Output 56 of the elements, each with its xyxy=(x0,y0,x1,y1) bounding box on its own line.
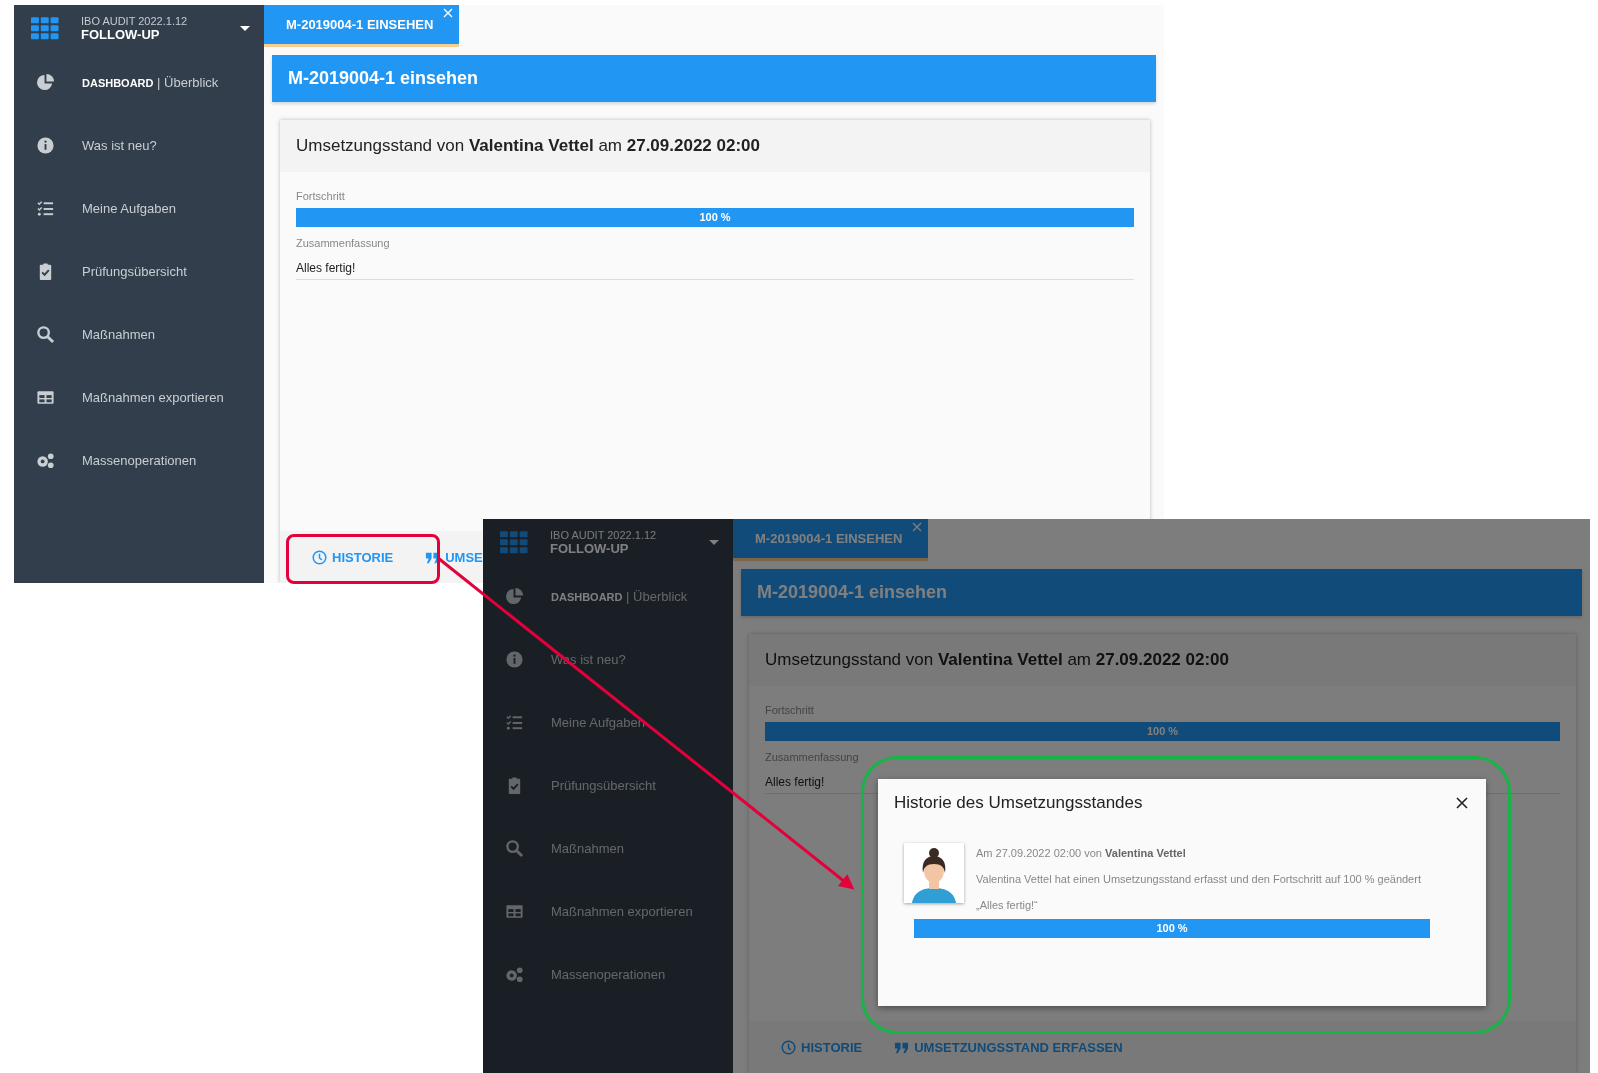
history-button[interactable]: HISTORIE xyxy=(310,543,396,571)
sidebar-item[interactable]: Massenoperationen xyxy=(483,943,733,1006)
record-button[interactable]: UMSETZUNGSSTAND ERFASSEN xyxy=(892,1033,1125,1061)
entry-meta: Am 27.09.2022 02:00 von Valentina Vettel xyxy=(976,847,1187,859)
caret-icon[interactable] xyxy=(240,25,250,31)
table-icon xyxy=(505,902,524,921)
dialog-title: Historie des Umsetzungsstandes xyxy=(894,793,1143,813)
progress-reading: 100 % xyxy=(1155,921,1189,936)
pie-chart-icon xyxy=(36,73,55,92)
avatar-icon xyxy=(904,843,964,903)
checklist-icon xyxy=(36,199,55,218)
apps-grid-icon[interactable] xyxy=(500,530,528,554)
entry-quote: „Alles fertig!“ xyxy=(976,899,1039,911)
entry-description: Valentina Vettel hat einen Umsetzungsstand erfasst und den Fortschritt auf 100 % geändert xyxy=(976,873,1421,885)
info-icon xyxy=(36,136,55,155)
card-title: Umsetzungsstand von Valentina Vettel am 27.09.2022 02:00 xyxy=(296,136,760,156)
sidebar-item[interactable]: Prüfungsübersicht xyxy=(483,754,733,817)
apps-grid-icon[interactable] xyxy=(31,16,59,40)
page-title: M-2019004-1 einsehen xyxy=(741,569,1582,616)
sidebar-item[interactable]: Massenoperationen xyxy=(14,429,264,492)
pie-chart-icon xyxy=(505,587,524,606)
progress-reading: 100 % xyxy=(698,210,732,225)
app-version: IBO AUDIT 2022.1.12 xyxy=(81,14,189,27)
app-version: IBO AUDIT 2022.1.12 xyxy=(550,528,658,541)
tab[interactable]: M-2019004-1 EINSEHEN xyxy=(733,519,929,561)
history-button[interactable]: HISTORIE xyxy=(779,1033,865,1061)
gears-icon xyxy=(36,451,55,470)
search-icon xyxy=(505,839,524,858)
field-label: Zusammenfassung xyxy=(296,237,391,249)
sidebar-item[interactable]: Maßnahmen xyxy=(483,817,733,880)
sidebar-item[interactable]: Was ist neu? xyxy=(14,114,264,177)
page-title: M-2019004-1 einsehen xyxy=(272,55,1156,102)
module-name: FOLLOW-UP xyxy=(81,26,161,42)
tab[interactable]: M-2019004-1 EINSEHEN xyxy=(264,5,460,47)
sidebar-item[interactable]: Maßnahmen exportieren xyxy=(14,366,264,429)
module-name: FOLLOW-UP xyxy=(550,540,630,556)
gears-icon xyxy=(505,965,524,984)
checklist-icon xyxy=(505,713,524,732)
table-icon xyxy=(36,388,55,407)
clock-icon xyxy=(312,549,327,565)
info-icon xyxy=(505,650,524,669)
sidebar-item[interactable]: Meine Aufgaben xyxy=(14,177,264,240)
search-icon xyxy=(36,325,55,344)
sidebar-item[interactable]: Maßnahmen xyxy=(14,303,264,366)
sidebar-item[interactable]: Maßnahmen exportieren xyxy=(483,880,733,943)
clock-icon xyxy=(781,1039,796,1055)
field-label: Fortschritt xyxy=(765,704,815,716)
sidebar-item[interactable]: DASHBOARD | Überblick xyxy=(14,51,264,114)
progress-reading: 100 % xyxy=(1145,724,1180,739)
field-label: Fortschritt xyxy=(296,190,346,202)
field-label: Zusammenfassung xyxy=(765,751,860,763)
sidebar-item[interactable]: Prüfungsübersicht xyxy=(14,240,264,303)
sidebar-item[interactable]: Meine Aufgaben xyxy=(483,691,733,754)
close-icon[interactable] xyxy=(1456,797,1468,809)
card-title: Umsetzungsstand von Valentina Vettel am 27.09.2022 02:00 xyxy=(765,650,1229,670)
summary-field: Alles fertig! xyxy=(296,255,1134,280)
